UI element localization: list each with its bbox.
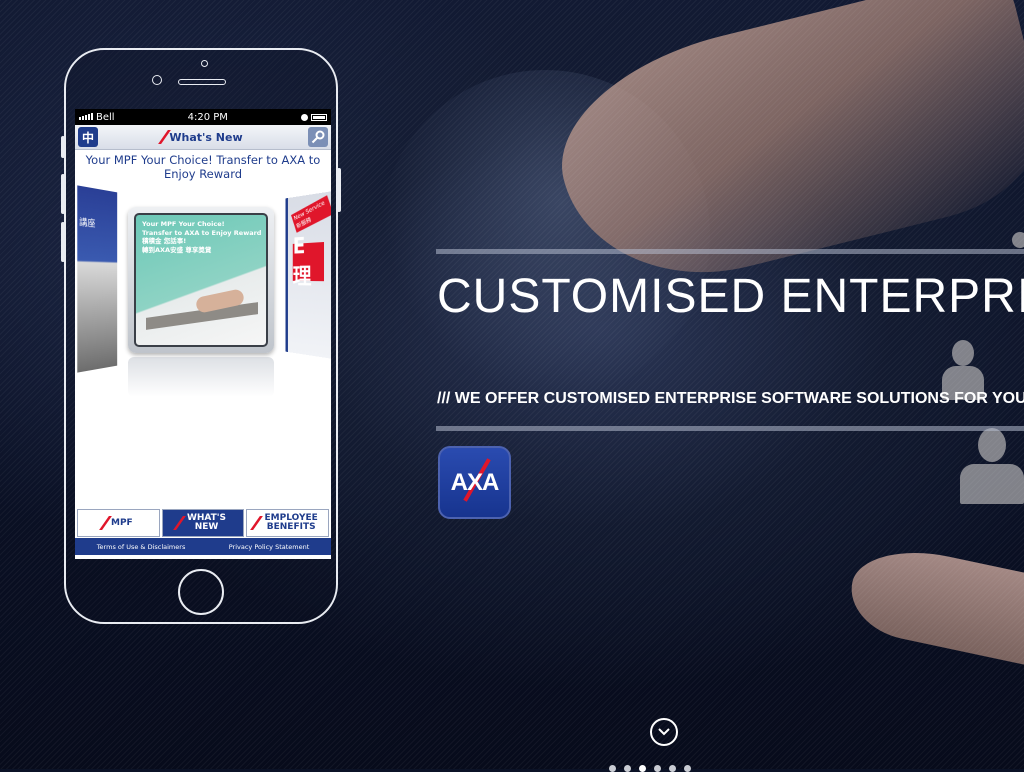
app-tab-bar: MPF WHAT'S NEW EMPLOYEE BENEFITS [75, 509, 331, 537]
privacy-link[interactable]: Privacy Policy Statement [229, 543, 310, 551]
power-button [337, 168, 341, 212]
axa-slash-icon [99, 516, 112, 530]
tab-whats-new[interactable]: WHAT'S NEW [161, 509, 245, 537]
home-button[interactable] [178, 569, 224, 615]
carrier: Bell [79, 112, 115, 123]
promo-line: Your MPF Your Choice! [142, 220, 225, 228]
tab-label: WHAT'S NEW [186, 513, 227, 532]
battery-icon [311, 113, 327, 121]
promo-banner-text: Your MPF Your Choice! Transfer to AXA to… [142, 220, 261, 254]
key-icon [311, 130, 325, 144]
bottom-divider [436, 426, 1024, 431]
axa-slash-icon [250, 516, 264, 530]
status-time: 4:20 PM [187, 111, 228, 123]
e-service-logo: E理 [292, 234, 325, 290]
alarm-icon [301, 113, 308, 121]
promo-line: 積積金 您話事! [142, 237, 187, 245]
new-service-badge: New Service 新服務 [291, 195, 331, 233]
phone-mockup: Bell 4:20 PM 中 What's New Your MPF Your … [61, 48, 341, 624]
card-left-label: 講座 [79, 217, 96, 230]
camera-icon [201, 60, 208, 67]
language-toggle-button[interactable]: 中 [78, 127, 98, 147]
app-nav-bar: 中 What's New [75, 125, 331, 150]
tab-label: EMPLOYEE BENEFITS [264, 513, 318, 532]
promo-line: Transfer to AXA to Enjoy Reward [142, 228, 262, 237]
axa-logo-text: AXA [450, 468, 500, 496]
promo-carousel[interactable]: 講座 Your MPF Your Choice! Transfer to AXA… [75, 185, 331, 419]
scroll-down-button[interactable] [650, 718, 678, 746]
key-button[interactable] [308, 127, 328, 147]
nav-title-label: What's New [169, 130, 243, 144]
carrier-label: Bell [96, 111, 115, 123]
carousel-card-center[interactable]: Your MPF Your Choice! Transfer to AXA to… [128, 207, 274, 353]
phone-screen: Bell 4:20 PM 中 What's New Your MPF Your … [75, 109, 331, 559]
sensor-icon [152, 75, 162, 85]
status-bar: Bell 4:20 PM [75, 109, 331, 125]
hero-subtitle: /// WE OFFER CUSTOMISED ENTERPRISE SOFTW… [437, 390, 1024, 407]
volume-down-button [61, 222, 65, 262]
carousel-card-right[interactable]: New Service 新服務 E理 [285, 191, 331, 359]
terms-link[interactable]: Terms of Use & Disclaimers [97, 543, 186, 551]
tab-employee-benefits[interactable]: EMPLOYEE BENEFITS [246, 509, 330, 537]
chevron-down-icon [658, 728, 670, 736]
speaker-grille [178, 79, 226, 85]
mute-switch [61, 136, 65, 158]
axa-app-icon[interactable]: AXA [438, 446, 511, 519]
hero-title: CUSTOMISED ENTERPRISE SOLUTIONS [437, 270, 1024, 323]
tab-mpf[interactable]: MPF [77, 509, 160, 537]
app-footer: Terms of Use & Disclaimers Privacy Polic… [75, 538, 331, 555]
signal-icon [79, 112, 94, 123]
top-divider [436, 249, 1024, 254]
volume-up-button [61, 174, 65, 214]
card-reflection [128, 357, 274, 397]
promo-title: Your MPF Your Choice! Transfer to AXA to… [85, 153, 321, 181]
axa-slash-icon [172, 516, 186, 530]
tab-label: MPF [110, 517, 133, 528]
promo-banner-image: Your MPF Your Choice! Transfer to AXA to… [134, 213, 268, 347]
carousel-card-left[interactable]: 講座 [77, 185, 118, 373]
nav-title: What's New [158, 130, 243, 144]
promo-line: 轉到AXA安盛 尊享獎賞 [142, 245, 212, 254]
